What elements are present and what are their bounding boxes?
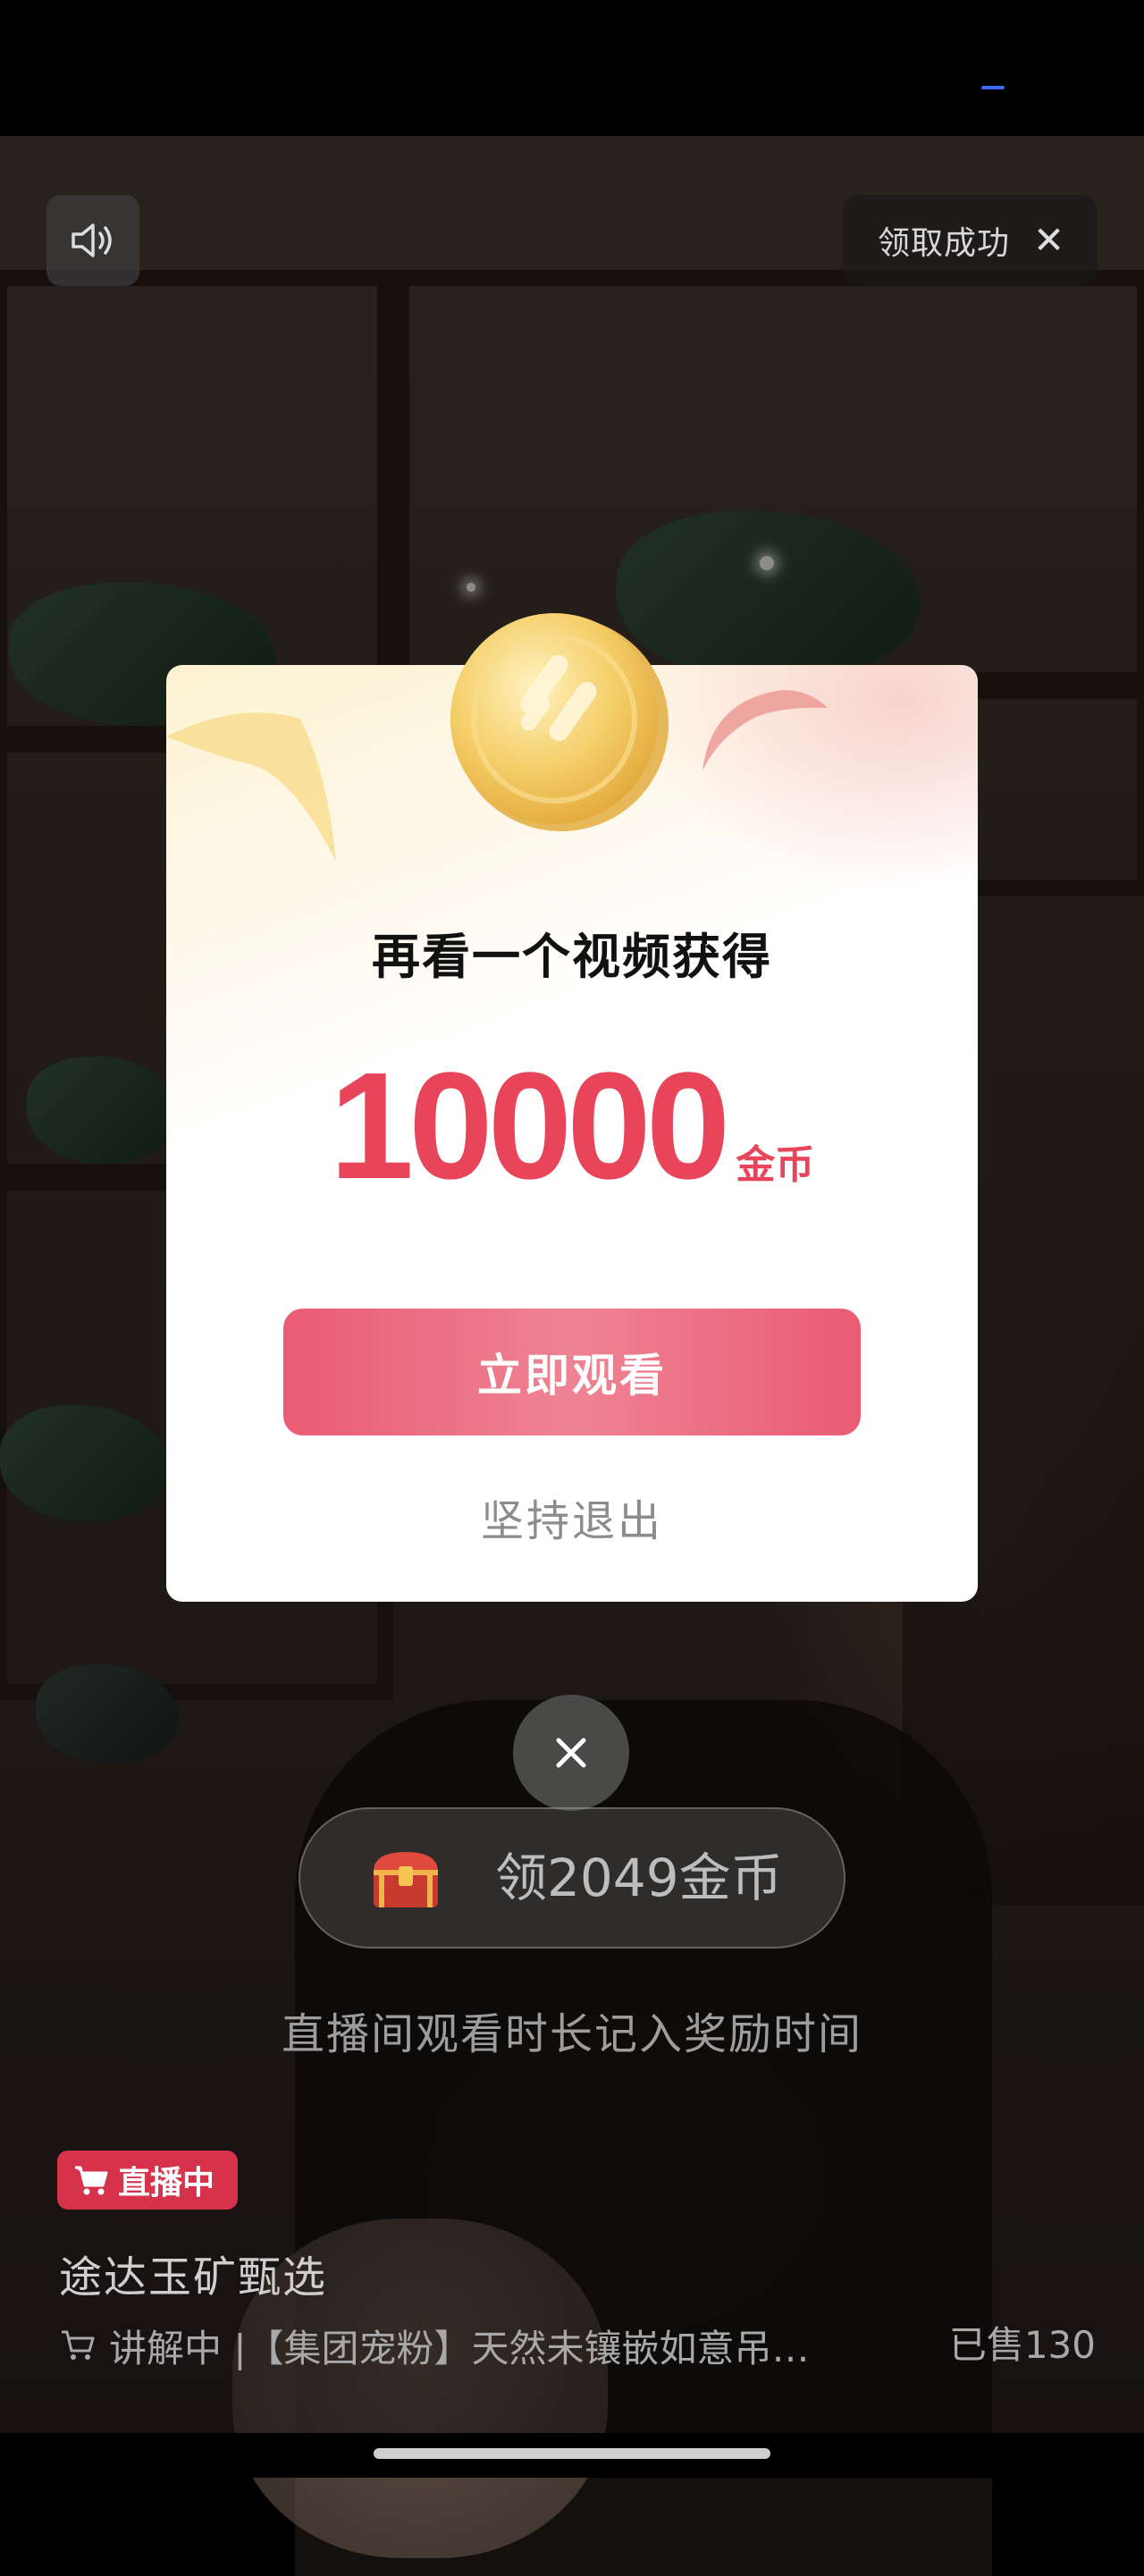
claim-coins-pill[interactable]: 领2049金币 bbox=[299, 1807, 845, 1949]
store-name[interactable]: 途达玉矿甄选 bbox=[59, 2242, 327, 2304]
status-bar bbox=[0, 0, 1144, 136]
treasure-chest-icon bbox=[374, 1852, 438, 1907]
watch-now-button[interactable]: 立即观看 bbox=[283, 1309, 861, 1435]
speaker-icon bbox=[72, 223, 112, 257]
reward-unit: 金币 bbox=[736, 1142, 815, 1188]
reward-dialog: 再看一个视频获得 10000 金币 立即观看 坚持退出 bbox=[166, 613, 978, 1602]
ribbon-left-decoration bbox=[166, 712, 336, 862]
cart-icon bbox=[75, 2166, 108, 2195]
system-nav-bar bbox=[0, 2433, 1144, 2478]
claim-coins-label: 领2049金币 bbox=[495, 1848, 783, 1908]
home-indicator[interactable] bbox=[374, 2448, 770, 2459]
status-indicator bbox=[981, 86, 1005, 89]
sound-toggle-button[interactable] bbox=[46, 195, 139, 286]
reward-amount: 10000 bbox=[329, 1041, 731, 1211]
coin-icon bbox=[438, 595, 688, 846]
exit-link[interactable]: 坚持退出 bbox=[166, 1486, 978, 1548]
claim-success-pill[interactable]: 领取成功 ✕ bbox=[842, 195, 1098, 286]
claim-success-text: 领取成功 bbox=[878, 225, 1011, 262]
product-title: 讲解中 |【集团宠粉】天然未镶嵌如意吊… bbox=[109, 2326, 810, 2370]
reward-amount-row: 10000 金币 bbox=[166, 1039, 978, 1214]
close-dialog-button[interactable] bbox=[513, 1695, 629, 1811]
cart-icon bbox=[62, 2330, 95, 2360]
live-status-badge[interactable]: 直播中 bbox=[57, 2151, 238, 2210]
close-icon bbox=[556, 1738, 586, 1768]
ribbon-right-decoration bbox=[702, 690, 828, 770]
sold-count: 已售130 bbox=[948, 2323, 1096, 2367]
live-badge-label: 直播中 bbox=[118, 2165, 215, 2201]
product-line[interactable]: 讲解中 |【集团宠粉】天然未镶嵌如意吊… 已售130 bbox=[59, 2319, 1096, 2372]
dialog-title: 再看一个视频获得 bbox=[372, 929, 772, 985]
live-reward-note: 直播间观看时长记入奖励时间 bbox=[281, 2009, 862, 2059]
close-icon[interactable]: ✕ bbox=[1033, 222, 1064, 259]
